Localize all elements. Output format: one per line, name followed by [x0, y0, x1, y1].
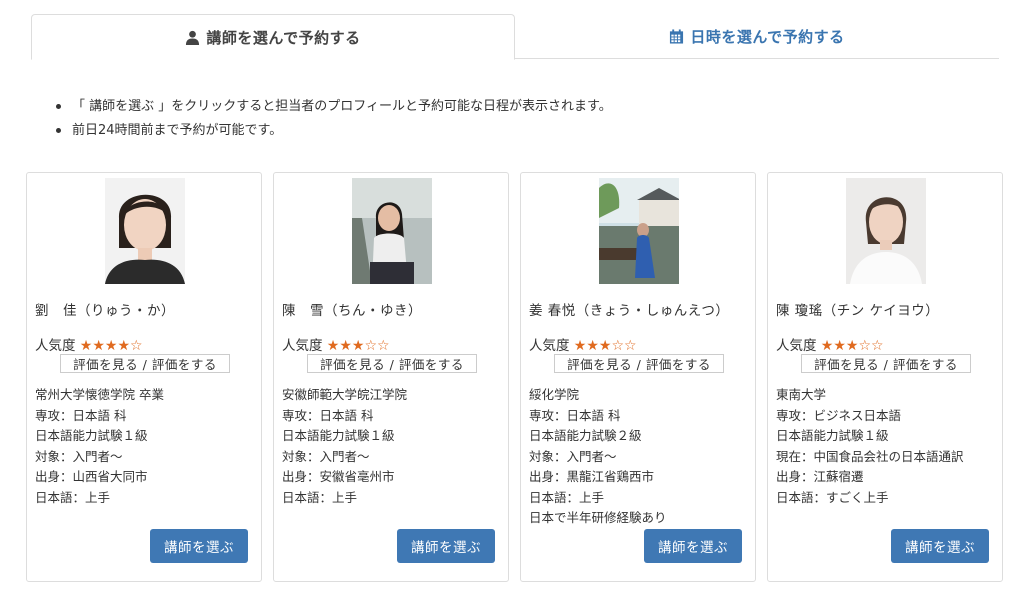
profile-line: 日本語能力試験２級: [529, 428, 642, 443]
popularity: 人気度 ★★★★☆: [35, 334, 143, 354]
profile-line: 日本語能力試験１級: [776, 428, 889, 443]
review-button[interactable]: 評価を見る / 評価をする: [60, 354, 230, 373]
profile-line: 出身：黒龍江省鶏西市: [529, 469, 655, 484]
teacher-photo: [105, 178, 185, 284]
teacher-profile-list: 東南大学 専攻：ビジネス日本語 日本語能力試験１級 現在：中国食品会社の日本語通…: [776, 385, 964, 508]
choose-teacher-button[interactable]: 講師を選ぶ: [150, 529, 248, 563]
rating-stars: ★★★☆☆: [573, 338, 637, 354]
popularity: 人気度 ★★★☆☆: [529, 334, 637, 354]
rating-stars: ★★★☆☆: [326, 338, 390, 354]
rating-stars: ★★★☆☆: [820, 338, 884, 354]
review-button[interactable]: 評価を見る / 評価をする: [307, 354, 477, 373]
review-button[interactable]: 評価を見る / 評価をする: [801, 354, 971, 373]
popularity: 人気度 ★★★☆☆: [282, 334, 390, 354]
teacher-card: 劉 佳（りゅう・か） 人気度 ★★★★☆ 評価を見る / 評価をする 常州大学懐…: [26, 172, 262, 582]
choose-teacher-button[interactable]: 講師を選ぶ: [891, 529, 989, 563]
profile-line: 日本語：上手: [529, 489, 605, 505]
profile-line: 綏化学院: [529, 387, 580, 402]
profile-line: 対象：入門者〜: [529, 448, 617, 464]
profile-line: 出身：江蘇宿遷: [776, 469, 864, 484]
choose-teacher-button[interactable]: 講師を選ぶ: [397, 529, 495, 563]
profile-line: 常州大学懐徳学院 卒業: [35, 387, 164, 402]
popularity: 人気度 ★★★☆☆: [776, 334, 884, 354]
profile-line: 専攻：日本語 科: [35, 407, 127, 423]
profile-line: 日本語能力試験１級: [282, 428, 395, 443]
profile-line: 現在：中国食品会社の日本語通訳: [776, 448, 964, 464]
popularity-label: 人気度: [282, 338, 323, 354]
profile-line: 出身：山西省大同市: [35, 469, 148, 484]
tab-select-teacher[interactable]: 講師を選んで予約する: [31, 14, 515, 60]
teacher-photo: [352, 178, 432, 284]
profile-line: 日本語：上手: [282, 489, 358, 505]
teacher-photo: [846, 178, 926, 284]
profile-line: 日本語能力試験１級: [35, 428, 148, 443]
profile-line: 日本で半年研修経験あり: [529, 510, 667, 525]
tab-select-datetime-label: 日時を選んで予約する: [690, 28, 845, 46]
profile-line: 専攻：ビジネス日本語: [776, 407, 902, 423]
teacher-name: 姜 春悦（きょう・しゅんえつ）: [529, 303, 730, 319]
review-button[interactable]: 評価を見る / 評価をする: [554, 354, 724, 373]
profile-line: 出身：安徽省亳州市: [282, 469, 395, 484]
popularity-label: 人気度: [35, 338, 76, 354]
profile-line: 専攻：日本語 科: [529, 407, 621, 423]
tab-bar: 講師を選んで予約する 日時を選んで予約する: [31, 14, 999, 60]
teacher-card: 姜 春悦（きょう・しゅんえつ） 人気度 ★★★☆☆ 評価を見る / 評価をする …: [520, 172, 756, 582]
calendar-icon: [670, 29, 684, 44]
user-icon: [186, 30, 200, 45]
profile-line: 対象：入門者〜: [35, 448, 123, 464]
tab-select-teacher-label: 講師を選んで予約する: [206, 28, 361, 47]
popularity-label: 人気度: [529, 338, 570, 354]
popularity-label: 人気度: [776, 338, 817, 354]
teacher-profile-list: 常州大学懐徳学院 卒業 専攻：日本語 科 日本語能力試験１級 対象：入門者〜 出…: [35, 385, 164, 508]
teacher-card: 陳 雪（ちん・ゆき） 人気度 ★★★☆☆ 評価を見る / 評価をする 安徽師範大…: [273, 172, 509, 582]
profile-line: 専攻：日本語 科: [282, 407, 374, 423]
notice-item: 「 講師を選ぶ 」をクリックすると担当者のプロフィールと予約可能な日程が表示され…: [56, 96, 612, 120]
teacher-name: 陳 雪（ちん・ゆき）: [282, 303, 422, 319]
notice-list: 「 講師を選ぶ 」をクリックすると担当者のプロフィールと予約可能な日程が表示され…: [56, 96, 612, 144]
teacher-profile-list: 綏化学院 専攻：日本語 科 日本語能力試験２級 対象：入門者〜 出身：黒龍江省鶏…: [529, 385, 667, 529]
notice-item: 前日24時間前まで予約が可能です。: [56, 120, 612, 144]
tab-select-datetime[interactable]: 日時を選んで予約する: [515, 14, 999, 59]
profile-line: 日本語：上手: [35, 489, 111, 505]
teacher-profile-list: 安徽師範大学皖江学院 専攻：日本語 科 日本語能力試験１級 対象：入門者〜 出身…: [282, 385, 407, 508]
profile-line: 東南大学: [776, 387, 827, 402]
profile-line: 対象：入門者〜: [282, 448, 370, 464]
choose-teacher-button[interactable]: 講師を選ぶ: [644, 529, 742, 563]
teacher-name: 陳 瓊瑤（チン ケイヨウ）: [776, 303, 940, 319]
teacher-name: 劉 佳（りゅう・か）: [35, 303, 175, 319]
teacher-card: 陳 瓊瑤（チン ケイヨウ） 人気度 ★★★☆☆ 評価を見る / 評価をする 東南…: [767, 172, 1003, 582]
rating-stars: ★★★★☆: [79, 338, 143, 354]
profile-line: 安徽師範大学皖江学院: [282, 387, 408, 402]
profile-line: 日本語：すごく上手: [776, 489, 889, 505]
teacher-photo: [599, 178, 679, 284]
